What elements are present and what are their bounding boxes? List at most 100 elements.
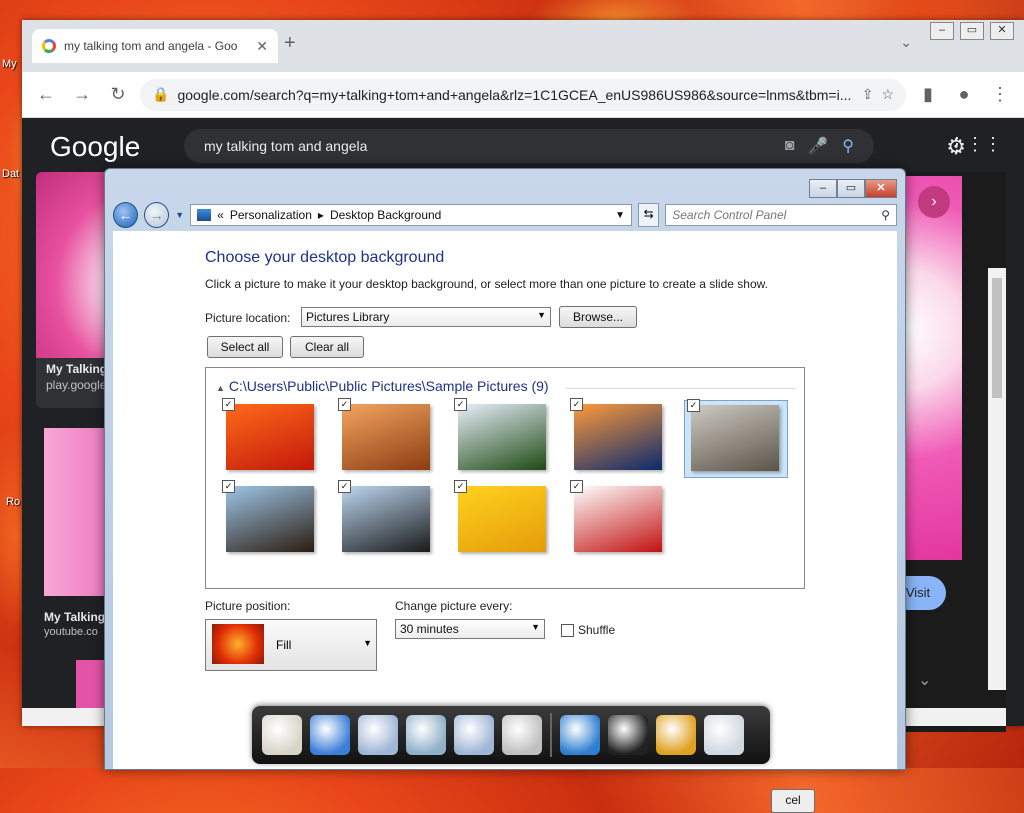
camera-icon[interactable]: ◙ xyxy=(785,137,795,155)
checkbox-box[interactable] xyxy=(561,623,574,637)
thumbnail-image[interactable] xyxy=(691,405,779,471)
utilities-icon[interactable] xyxy=(502,715,542,755)
close-button[interactable]: ✕ xyxy=(990,22,1014,40)
picture-thumbnail-hydrangeas[interactable]: ✓ xyxy=(452,398,556,478)
folder-documents-icon[interactable] xyxy=(358,715,398,755)
refresh-icon[interactable]: ⇆ xyxy=(637,203,660,227)
tab-search-icon[interactable]: ⌄ xyxy=(900,34,912,51)
thumbnail-image[interactable] xyxy=(226,404,314,470)
address-bar[interactable]: 🔒 google.com/search?q=my+talking+tom+and… xyxy=(140,78,906,111)
thumbnail-image[interactable] xyxy=(574,486,662,552)
page-title: Choose your desktop background xyxy=(205,249,445,266)
url-text[interactable]: google.com/search?q=my+talking+tom+and+a… xyxy=(177,87,853,103)
picture-position-dropdown[interactable]: Fill ▼ xyxy=(205,619,377,671)
desktop-icon-label[interactable]: Ro xyxy=(6,496,20,508)
breadcrumb-separator[interactable]: ▸ xyxy=(318,208,324,222)
recent-pages-icon[interactable]: ▼ xyxy=(175,210,184,220)
browser-tab[interactable]: my talking tom and angela - Goo ✕ xyxy=(32,29,278,63)
picture-thumbnail-santa[interactable]: ✓ xyxy=(568,480,672,560)
menu-icon[interactable]: ⋮ xyxy=(986,84,1014,105)
breadcrumb-personalization[interactable]: Personalization xyxy=(230,208,312,222)
folder-pictures-icon[interactable] xyxy=(454,715,494,755)
browse-button[interactable]: Browse... xyxy=(559,306,637,328)
collapse-arrow-icon[interactable]: ▲ xyxy=(216,383,225,393)
shuffle-label[interactable]: Shuffle xyxy=(578,623,615,637)
thumbnail-checkbox[interactable]: ✓ xyxy=(687,399,700,412)
preview-app-icon[interactable] xyxy=(262,715,302,755)
thumbnail-image[interactable] xyxy=(342,486,430,552)
address-dropdown-icon[interactable]: ▼ xyxy=(615,210,625,221)
reload-button[interactable]: ↻ xyxy=(104,84,132,105)
tab-close-icon[interactable]: ✕ xyxy=(256,38,268,55)
chevron-down-icon[interactable]: ⌄ xyxy=(918,670,931,690)
minimize-button[interactable]: – xyxy=(809,179,837,198)
picture-thumbnail-penguins[interactable]: ✓ xyxy=(336,480,440,560)
thumbnail-checkbox[interactable]: ✓ xyxy=(570,398,583,411)
select-all-button[interactable]: Select all xyxy=(207,336,283,358)
forward-arrow-icon[interactable]: → xyxy=(144,202,170,228)
vertical-scrollbar[interactable] xyxy=(988,268,1006,690)
thumbnail-checkbox[interactable]: ✓ xyxy=(338,398,351,411)
close-button[interactable]: ✕ xyxy=(865,179,897,198)
mic-icon[interactable]: 🎤 xyxy=(808,136,828,156)
minimize-button[interactable]: – xyxy=(930,22,954,40)
result-title[interactable]: My Talking xyxy=(44,610,105,624)
thumbnail-image[interactable] xyxy=(458,404,546,470)
breadcrumb-desktop-background[interactable]: Desktop Background xyxy=(330,208,441,222)
desktop-icon-label[interactable]: Dat xyxy=(2,168,19,180)
thumbnail-checkbox[interactable]: ✓ xyxy=(570,480,583,493)
folder-group-header[interactable]: ▲ C:\Users\Public\Public Pictures\Sample… xyxy=(216,378,549,394)
folder-music-icon[interactable] xyxy=(406,715,446,755)
next-arrow-button[interactable]: › xyxy=(918,186,950,218)
thumbnail-checkbox[interactable]: ✓ xyxy=(454,398,467,411)
maximize-button[interactable]: ▭ xyxy=(837,179,865,198)
thumbnail-checkbox[interactable]: ✓ xyxy=(338,480,351,493)
picture-thumbnail-tulips[interactable]: ✓ xyxy=(452,480,556,560)
hammer-tools-icon[interactable] xyxy=(656,715,696,755)
thumbnail-image[interactable] xyxy=(342,404,430,470)
back-button[interactable]: ← xyxy=(32,84,60,105)
picture-thumbnail-koala[interactable]: ✓ xyxy=(684,399,788,478)
google-logo[interactable]: Google xyxy=(50,131,140,163)
search-control-panel-input[interactable]: Search Control Panel ⚲ xyxy=(665,204,897,226)
network-globe-icon[interactable] xyxy=(310,715,350,755)
picture-thumbnail-jellyfish[interactable]: ✓ xyxy=(568,398,672,478)
thumbnail-image[interactable] xyxy=(574,404,662,470)
desktop-icon-label[interactable]: My xyxy=(2,58,17,70)
recycle-bin-icon[interactable] xyxy=(704,715,744,755)
picture-thumbnail-desert[interactable]: ✓ xyxy=(336,398,440,478)
address-breadcrumb[interactable]: « Personalization ▸ Desktop Background ▼ xyxy=(190,204,632,226)
thumbnail-checkbox[interactable]: ✓ xyxy=(222,398,235,411)
new-tab-button[interactable]: + xyxy=(284,32,296,55)
google-search-box[interactable]: my talking tom and angela ◙ 🎤 ⚲ xyxy=(184,129,874,163)
thumbnail-checkbox[interactable]: ✓ xyxy=(222,480,235,493)
back-arrow-icon[interactable]: ← xyxy=(113,202,139,228)
thumbnail-image[interactable] xyxy=(458,486,546,552)
profile-icon[interactable]: ● xyxy=(950,84,978,105)
share-icon[interactable]: ⇪ xyxy=(862,86,874,103)
cancel-button-partial[interactable]: cel xyxy=(771,789,815,813)
search-placeholder[interactable]: Search Control Panel xyxy=(672,208,881,222)
picture-thumbnail-lighthouse[interactable]: ✓ xyxy=(220,480,324,560)
breadcrumb-overflow[interactable]: « xyxy=(217,208,224,222)
picture-thumbnail-chrysanthemum[interactable]: ✓ xyxy=(220,398,324,478)
window-titlebar[interactable]: – ▭ ✕ xyxy=(105,169,905,199)
side-panel-icon[interactable]: ▮ xyxy=(914,84,942,105)
forward-button[interactable]: → xyxy=(68,84,96,105)
thumbnail-image[interactable] xyxy=(226,486,314,552)
tuxedo-guy-icon[interactable] xyxy=(608,715,648,755)
web-globe-icon[interactable] xyxy=(560,715,600,755)
scrollbar-thumb[interactable] xyxy=(992,278,1002,398)
picture-location-dropdown[interactable]: Pictures Library ▼ xyxy=(301,307,551,327)
search-icon[interactable]: ⚲ xyxy=(881,208,890,222)
thumbnail-checkbox[interactable]: ✓ xyxy=(454,480,467,493)
clear-all-button[interactable]: Clear all xyxy=(290,336,364,358)
bookmark-star-icon[interactable]: ☆ xyxy=(881,86,894,103)
lock-icon[interactable]: 🔒 xyxy=(152,86,169,103)
change-interval-dropdown[interactable]: 30 minutes ▼ xyxy=(395,619,545,639)
search-icon[interactable]: ⚲ xyxy=(842,136,854,156)
shuffle-checkbox[interactable]: Shuffle xyxy=(561,623,615,637)
maximize-button[interactable]: ▭ xyxy=(960,22,984,40)
search-query[interactable]: my talking tom and angela xyxy=(204,138,771,154)
apps-grid-icon[interactable]: ⋮⋮⋮ xyxy=(948,134,1002,155)
